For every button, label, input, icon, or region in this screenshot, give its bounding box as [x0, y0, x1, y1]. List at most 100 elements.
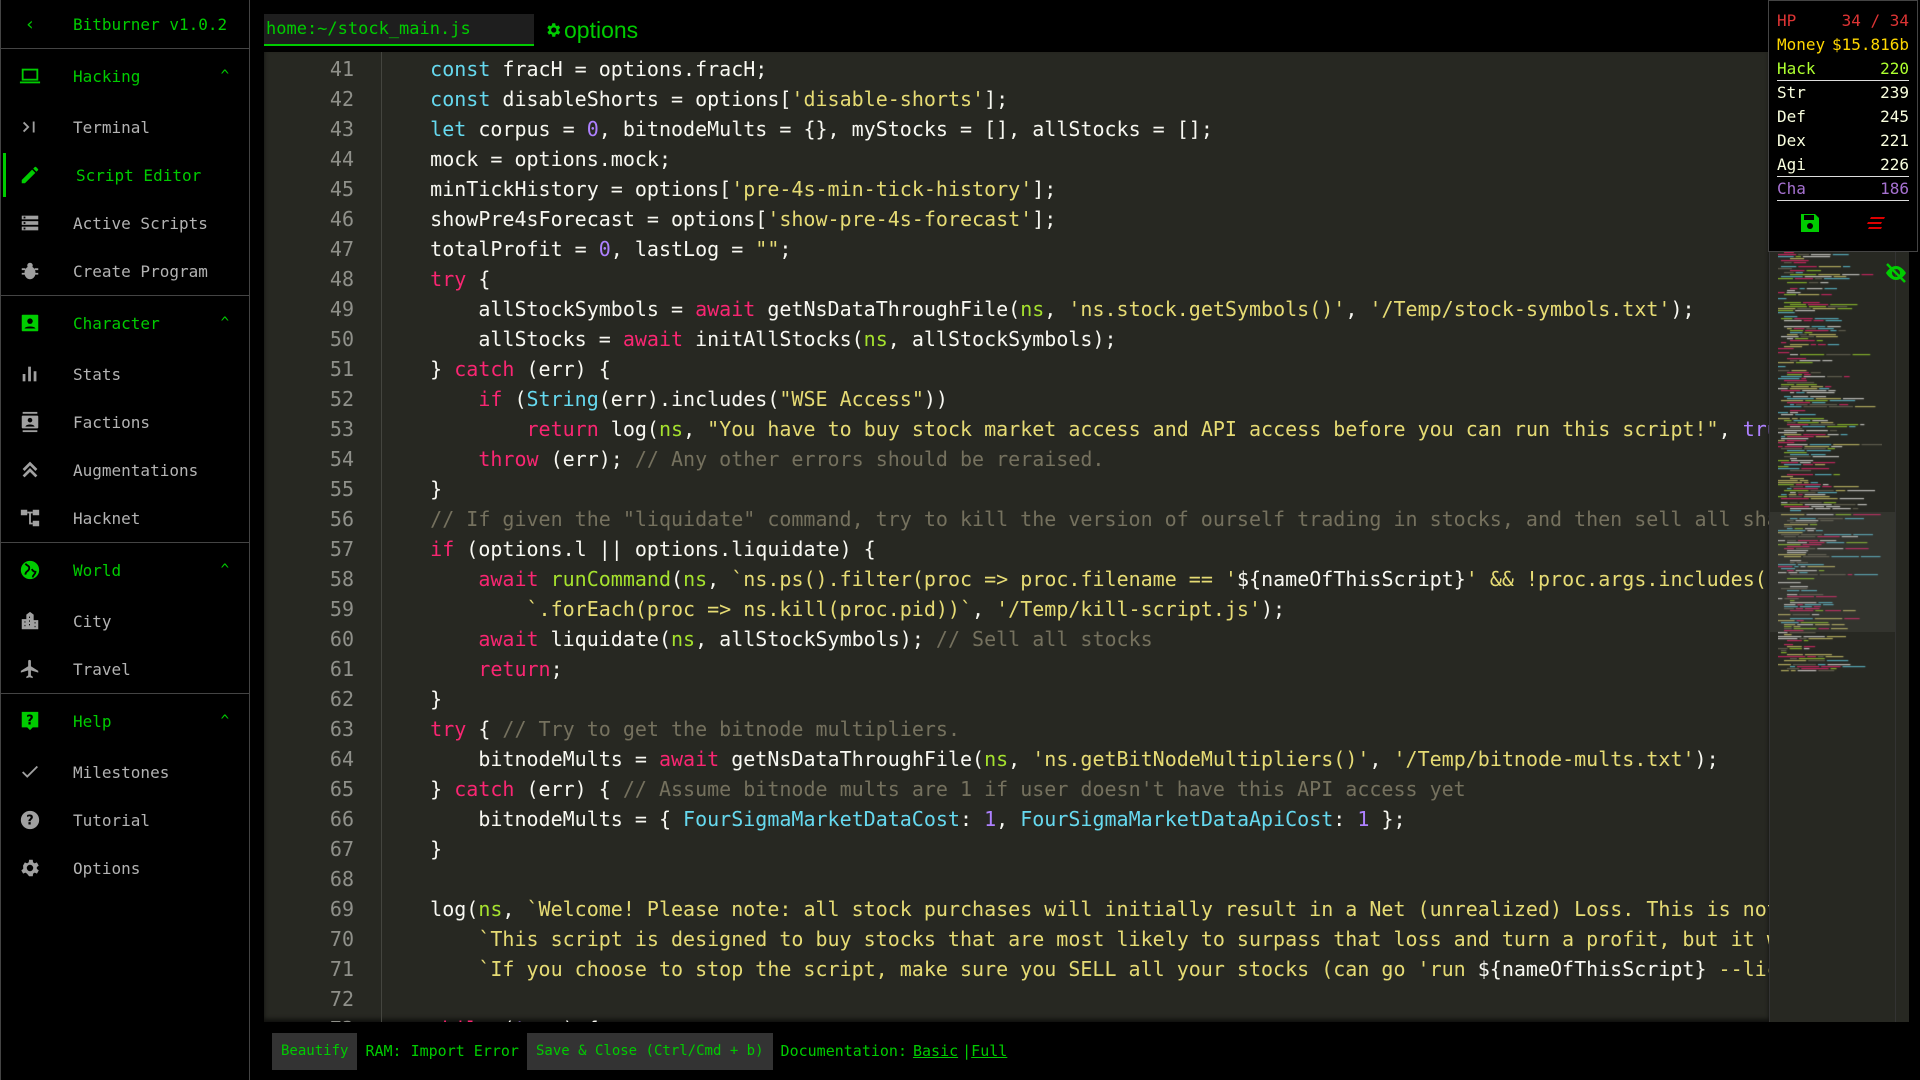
- code-token: const: [430, 87, 491, 111]
- code-line: await runCommand(ns, `ns.ps().filter(pro…: [382, 564, 1769, 594]
- svg-text:?: ?: [26, 814, 33, 829]
- def-row: Def 245: [1777, 105, 1909, 129]
- code-token: ,: [996, 807, 1021, 831]
- code-token: 1: [984, 807, 997, 831]
- code-token: , allStockSymbols);: [695, 627, 936, 651]
- code-token: runCommand: [550, 567, 672, 591]
- options-button[interactable]: options: [544, 14, 638, 46]
- sidebar-item-active-scripts[interactable]: Active Scripts: [1, 199, 249, 247]
- sidebar-item-stats[interactable]: Stats: [1, 350, 249, 398]
- sidebar-item-label: Stats: [73, 364, 122, 384]
- line-number: 45: [329, 177, 354, 201]
- line-number-gutter: 41 42 43 44 45 46 47 48 49 50 51 52 53 54 55 56 57 58 59 60…: [264, 54, 381, 1022]
- code-token: ,: [707, 567, 732, 591]
- code-token: `ns.ps().filter(proc => proc.filename ==…: [731, 567, 1237, 591]
- minimap-slider[interactable]: [1770, 512, 1896, 632]
- save-close-button[interactable]: Save & Close (Ctrl/Cmd + b): [526, 1032, 773, 1070]
- line-number: 41: [329, 57, 354, 81]
- code-token: :: [959, 807, 985, 831]
- code-token: );: [1261, 597, 1286, 621]
- line-number: 64: [329, 747, 354, 771]
- code-token: 0: [586, 117, 599, 141]
- line-number: 67: [329, 837, 354, 861]
- line-number: 68: [329, 867, 354, 891]
- code-token: 1: [1357, 807, 1370, 831]
- hack-row: Hack 220: [1777, 57, 1909, 81]
- sidebar-item-create-program[interactable]: Create Program: [1, 247, 249, 295]
- line-number: 70: [329, 927, 354, 951]
- code-token: let: [430, 117, 467, 141]
- sidebar-item-script-editor[interactable]: Script Editor: [1, 151, 249, 199]
- code-token: catch: [454, 777, 515, 801]
- docs-full-link[interactable]: Full: [971, 1042, 1007, 1060]
- code-token: ${nameOfThisScript}: [1236, 567, 1466, 591]
- line-number: 69: [329, 897, 354, 921]
- str-value: 239: [1880, 83, 1909, 102]
- sidebar-category-character[interactable]: Character ^: [1, 296, 249, 350]
- money-label: Money: [1777, 35, 1826, 54]
- sidebar-item-label: Active Scripts: [73, 213, 208, 233]
- code-line: totalProfit = 0, lastLog = "";: [382, 234, 1769, 264]
- sidebar-item-milestones[interactable]: Milestones: [1, 748, 249, 796]
- code-token: "WSE Access": [779, 387, 924, 411]
- gear-icon: [547, 23, 561, 37]
- save-icon[interactable]: [1800, 213, 1820, 233]
- code-token: ,: [1718, 417, 1743, 441]
- code-token: (: [502, 387, 527, 411]
- sidebar-item-hacknet[interactable]: Hacknet: [1, 494, 249, 542]
- code-token: ${nameOfThisScript}: [1477, 957, 1707, 981]
- code-line: try {: [382, 264, 1769, 294]
- eye-off-icon[interactable]: [1884, 262, 1908, 284]
- line-number: 59: [329, 597, 354, 621]
- category-label: Hacking: [73, 66, 141, 86]
- chevron-up-icon[interactable]: ^: [221, 68, 229, 84]
- kill-all-scripts-icon[interactable]: [1866, 216, 1886, 230]
- code-line: // If given the "liquidate" command, try…: [382, 504, 1769, 534]
- globe-icon: [20, 560, 40, 580]
- code-token: await: [478, 567, 539, 591]
- sidebar-item-tutorial[interactable]: ? Tutorial: [1, 796, 249, 844]
- chevron-up-icon[interactable]: ^: [221, 713, 229, 729]
- code-token: "": [755, 237, 780, 261]
- line-number: 62: [329, 687, 354, 711]
- sidebar-item-label: City: [73, 611, 112, 631]
- code-editor[interactable]: 41 42 43 44 45 46 47 48 49 50 51 52 53 54 55 56 57 58 59 60…: [264, 52, 1769, 1022]
- airplane-icon: [20, 659, 39, 679]
- chevron-up-icon[interactable]: ^: [221, 562, 229, 578]
- code-token: ,: [1345, 297, 1370, 321]
- code-token: await: [658, 747, 720, 771]
- beautify-button[interactable]: Beautify: [272, 1032, 358, 1070]
- sidebar-item-factions[interactable]: Factions: [1, 398, 249, 446]
- tab-stock-main[interactable]: home:~/stock_main.js: [264, 14, 534, 46]
- line-number: 73: [264, 1014, 381, 1022]
- docs-basic-link[interactable]: Basic: [913, 1042, 958, 1060]
- sidebar-category-hacking[interactable]: Hacking ^: [1, 49, 249, 103]
- line-number: 42: [329, 87, 354, 111]
- sidebar-category-world[interactable]: World ^: [1, 543, 249, 597]
- code-token: corpus =: [466, 117, 587, 141]
- sidebar-item-augmentations[interactable]: Augmentations: [1, 446, 249, 494]
- sidebar-category-help[interactable]: ? Help ^: [1, 694, 249, 748]
- line-number: 53: [329, 417, 354, 441]
- str-label: Str: [1777, 83, 1806, 102]
- code-line: let corpus = 0, bitnodeMults = {}, mySto…: [382, 114, 1769, 144]
- sidebar-item-label: Factions: [73, 412, 151, 432]
- code-token: (err).includes(: [598, 387, 780, 411]
- dex-value: 221: [1880, 131, 1909, 150]
- sidebar-item-city[interactable]: City: [1, 597, 249, 645]
- sidebar-item-travel[interactable]: Travel: [1, 645, 249, 693]
- sidebar-item-terminal[interactable]: Terminal: [1, 103, 249, 151]
- chevron-left-icon[interactable]: ‹: [1, 14, 59, 35]
- code-area[interactable]: const fracH = options.fracH; const disab…: [382, 54, 1769, 1022]
- code-token: if: [430, 537, 455, 561]
- chevron-up-icon[interactable]: ^: [221, 315, 229, 331]
- line-number: 52: [329, 387, 354, 411]
- code-token: if: [478, 387, 503, 411]
- sidebar-item-options[interactable]: Options: [1, 844, 249, 892]
- agi-value: 226: [1880, 155, 1909, 174]
- line-number: 44: [329, 147, 354, 171]
- code-token: ' && !proc.args.includes(': [1465, 567, 1769, 591]
